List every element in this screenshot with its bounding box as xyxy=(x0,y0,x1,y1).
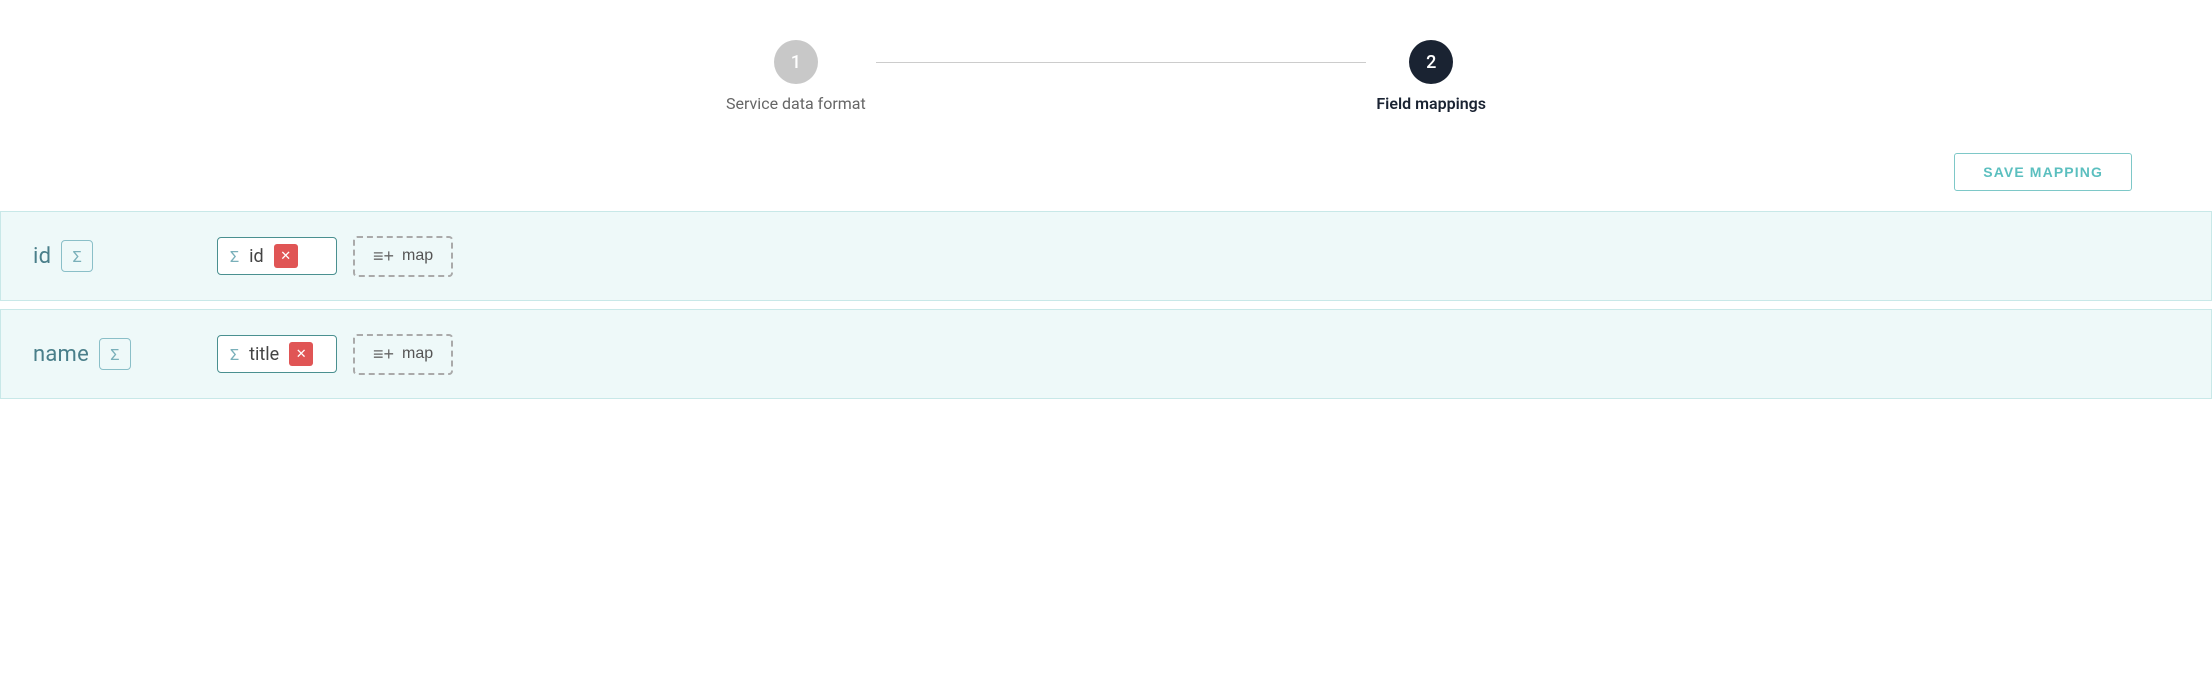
delete-icon-id: ✕ xyxy=(280,249,291,264)
step-2-label: Field mappings xyxy=(1376,94,1486,113)
step-1-label: Service data format xyxy=(726,94,866,113)
step-1-number: 1 xyxy=(791,52,801,73)
map-icon-id: ≡+ xyxy=(373,246,394,267)
save-mapping-button[interactable]: SAVE MAPPING xyxy=(1954,153,2132,191)
map-icon-name: ≡+ xyxy=(373,344,394,365)
mapping-row-name: name Σ Σ title ✕ ≡+ map xyxy=(0,309,2212,399)
map-button-name[interactable]: ≡+ map xyxy=(353,334,453,375)
stepper: 1 Service data format 2 Field mappings xyxy=(0,0,2212,133)
sigma-icon-name: Σ xyxy=(99,338,131,370)
mapped-field-tag-id[interactable]: Σ id ✕ xyxy=(217,237,337,275)
field-name-id: id xyxy=(33,244,51,269)
tag-text-id: id xyxy=(249,246,264,267)
sigma-symbol-name: Σ xyxy=(110,345,119,364)
map-button-id[interactable]: ≡+ map xyxy=(353,236,453,277)
mapping-row-id: id Σ Σ id ✕ ≡+ map xyxy=(0,211,2212,301)
mapped-field-tag-name[interactable]: Σ title ✕ xyxy=(217,335,337,373)
delete-mapping-name-button[interactable]: ✕ xyxy=(289,342,313,366)
step-2-circle: 2 xyxy=(1409,40,1453,84)
tag-sigma-icon-name: Σ xyxy=(230,345,239,364)
step-2: 2 Field mappings xyxy=(1376,40,1486,113)
field-label-cell-id: id Σ xyxy=(33,240,193,272)
step-1: 1 Service data format xyxy=(726,40,866,113)
tag-text-name: title xyxy=(249,344,279,365)
sigma-symbol-id: Σ xyxy=(73,247,82,266)
sigma-icon-id: Σ xyxy=(61,240,93,272)
step-1-circle: 1 xyxy=(774,40,818,84)
toolbar: SAVE MAPPING xyxy=(0,133,2212,211)
field-name-name: name xyxy=(33,342,89,367)
map-label-id: map xyxy=(402,247,433,265)
delete-mapping-id-button[interactable]: ✕ xyxy=(274,244,298,268)
step-connector xyxy=(876,62,1367,63)
map-label-name: map xyxy=(402,345,433,363)
tag-sigma-icon-id: Σ xyxy=(230,247,239,266)
field-label-cell-name: name Σ xyxy=(33,338,193,370)
mapping-rows-container: id Σ Σ id ✕ ≡+ map name Σ Σ title xyxy=(0,211,2212,399)
delete-icon-name: ✕ xyxy=(296,347,307,362)
step-2-number: 2 xyxy=(1426,52,1436,73)
